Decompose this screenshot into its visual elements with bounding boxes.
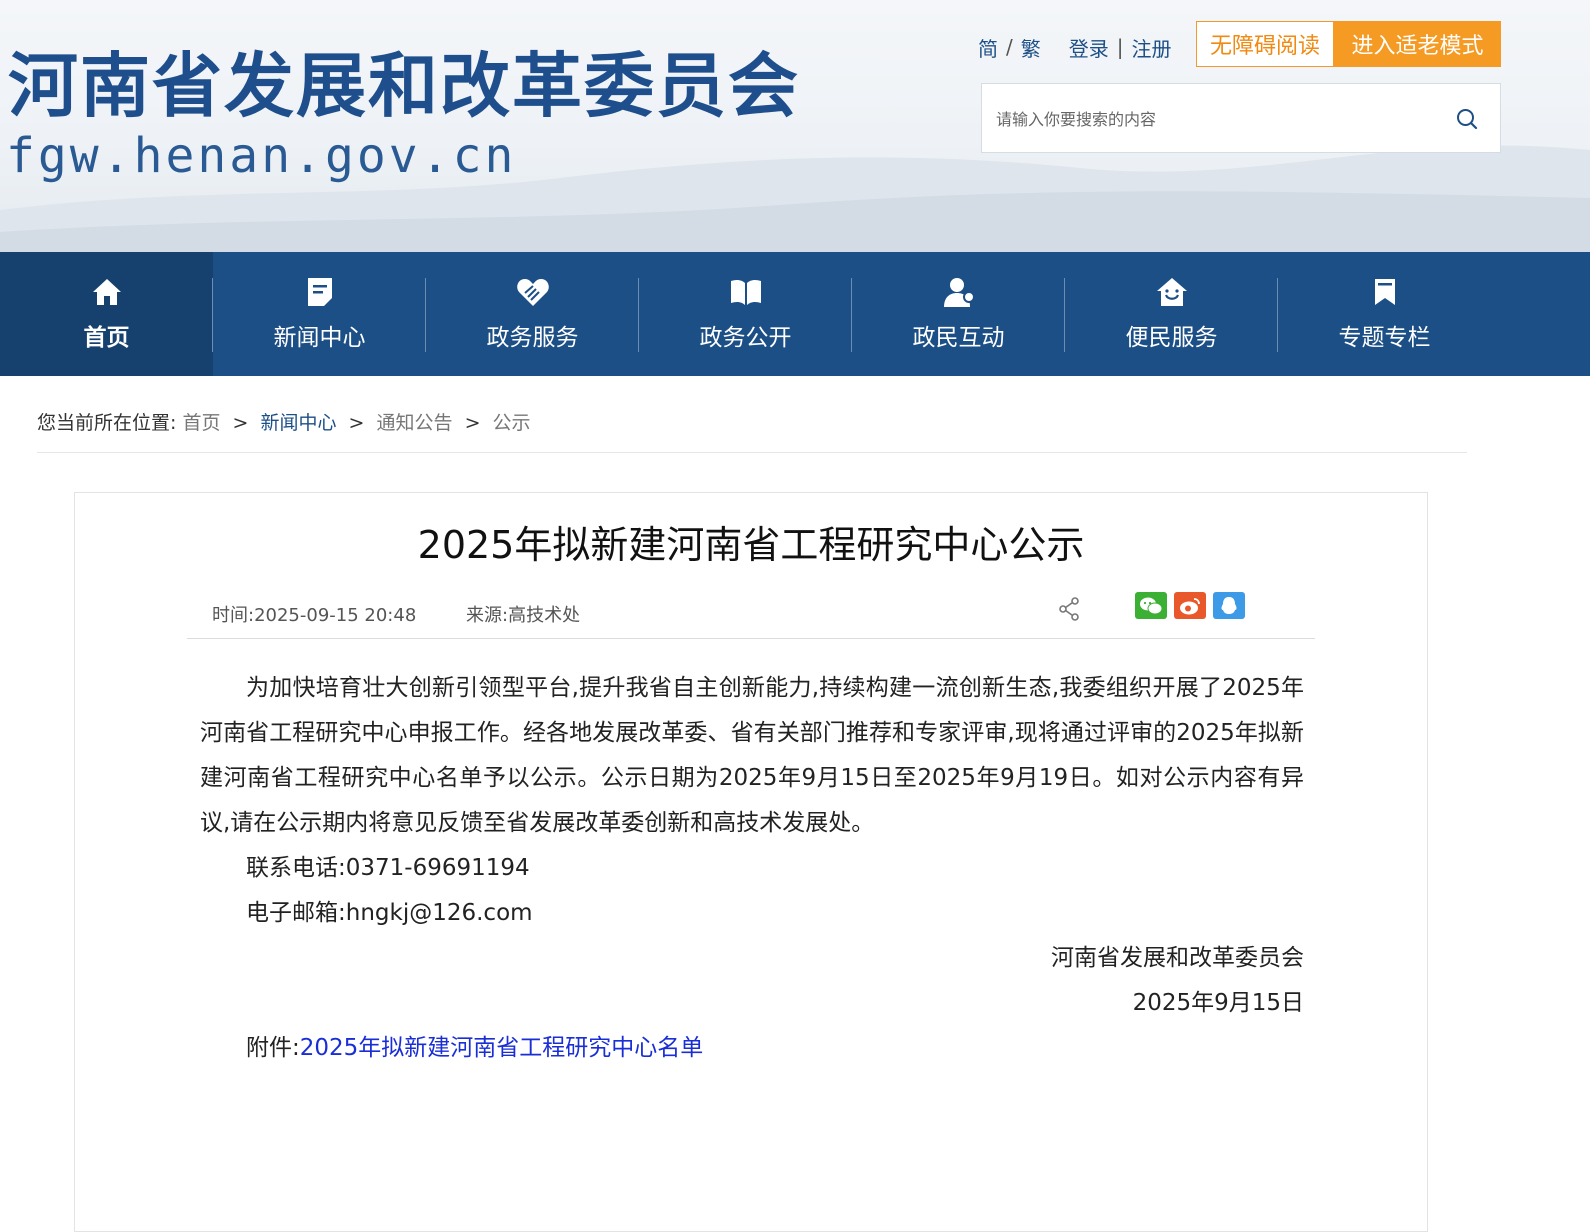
- lang-separator: /: [1006, 35, 1013, 59]
- nav-label-news: 新闻中心: [273, 325, 366, 351]
- register-link[interactable]: 注册: [1132, 33, 1172, 62]
- nav-label-convenience: 便民服务: [1125, 325, 1218, 351]
- main-nav: 首页 新闻中心 政务服务 政务公开 政民互动 便民服务 专题专栏: [0, 252, 1590, 376]
- article-body: 为加快培育壮大创新引领型平台,提升我省自主创新能力,持续构建一流创新生态,我委组…: [200, 666, 1304, 1071]
- login-separator: |: [1116, 35, 1124, 59]
- breadcrumb-prefix: 您当前所在位置:: [37, 412, 177, 434]
- search-box: [981, 83, 1501, 153]
- share-icon[interactable]: [1058, 597, 1080, 621]
- breadcrumb-publicity[interactable]: 公示: [493, 412, 531, 434]
- nav-label-gov-open: 政务公开: [699, 325, 792, 351]
- nav-item-convenience[interactable]: 便民服务: [1065, 252, 1278, 376]
- article-meta: 时间:2025-09-15 20:48 来源:高技术处: [212, 601, 580, 627]
- login-link[interactable]: 登录: [1069, 33, 1109, 62]
- home-icon: [91, 274, 123, 310]
- top-links: 简 / 繁 登录 | 注册: [978, 32, 1172, 62]
- article-time: 时间:2025-09-15 20:48: [212, 605, 417, 626]
- nav-item-home[interactable]: 首页: [0, 252, 213, 376]
- article-source: 来源:高技术处: [466, 605, 581, 626]
- meta-divider: [187, 638, 1315, 639]
- breadcrumb-separator: >: [348, 412, 365, 434]
- nav-item-gov-open[interactable]: 政务公开: [639, 252, 852, 376]
- service-icon: [516, 274, 550, 310]
- breadcrumb-separator: >: [464, 412, 481, 434]
- site-title: 河南省发展和改革委员会: [8, 45, 800, 127]
- nav-label-home: 首页: [83, 325, 130, 351]
- search-input[interactable]: [994, 98, 1438, 140]
- lang-traditional-link[interactable]: 繁: [1021, 33, 1041, 62]
- site-header: 河南省发展和改革委员会 fgw.henan.gov.cn 简 / 繁 登录 | …: [0, 0, 1590, 252]
- elder-mode-button[interactable]: 进入适老模式: [1334, 21, 1501, 67]
- breadcrumb-divider: [37, 452, 1467, 453]
- nav-label-interaction: 政民互动: [912, 325, 1005, 351]
- breadcrumb-home[interactable]: 首页: [182, 412, 220, 434]
- nav-label-gov-service: 政务服务: [486, 325, 579, 351]
- qq-share-icon[interactable]: [1213, 592, 1245, 619]
- breadcrumb: 您当前所在位置: 首页 > 新闻中心 > 通知公告 > 公示: [37, 408, 531, 435]
- article-paragraph: 为加快培育壮大创新引领型平台,提升我省自主创新能力,持续构建一流创新生态,我委组…: [200, 675, 1304, 836]
- bookmark-icon: [1373, 274, 1397, 310]
- breadcrumb-separator: >: [232, 412, 249, 434]
- breadcrumb-news[interactable]: 新闻中心: [260, 412, 336, 434]
- article-title: 2025年拟新建河南省工程研究中心公示: [417, 523, 1085, 567]
- nav-item-interaction[interactable]: 政民互动: [852, 252, 1065, 376]
- contact-email: 电子邮箱:hngkj@126.com: [246, 900, 533, 926]
- wechat-share-icon[interactable]: [1135, 592, 1167, 619]
- site-domain: fgw.henan.gov.cn: [6, 128, 517, 184]
- nav-item-special[interactable]: 专题专栏: [1278, 252, 1491, 376]
- attachment-link[interactable]: 2025年拟新建河南省工程研究中心名单: [300, 1035, 704, 1061]
- news-icon: [306, 274, 334, 310]
- breadcrumb-notices[interactable]: 通知公告: [377, 412, 453, 434]
- contact-phone: 联系电话:0371-69691194: [246, 855, 530, 881]
- signature: 河南省发展和改革委员会: [1051, 945, 1304, 971]
- book-icon: [729, 274, 763, 310]
- nav-label-special: 专题专栏: [1338, 325, 1431, 351]
- publish-date: 2025年9月15日: [1132, 990, 1304, 1016]
- lang-simplified-link[interactable]: 简: [978, 33, 998, 62]
- accessible-reading-button[interactable]: 无障碍阅读: [1196, 21, 1334, 67]
- user-icon: [942, 274, 976, 310]
- house-icon: [1155, 274, 1189, 310]
- weibo-share-icon[interactable]: [1174, 592, 1206, 619]
- attachment-label: 附件:: [246, 1035, 300, 1061]
- attachment: 附件:2025年拟新建河南省工程研究中心名单: [200, 1026, 1304, 1071]
- nav-item-news[interactable]: 新闻中心: [213, 252, 426, 376]
- nav-item-gov-service[interactable]: 政务服务: [426, 252, 639, 376]
- search-icon[interactable]: [1456, 108, 1478, 130]
